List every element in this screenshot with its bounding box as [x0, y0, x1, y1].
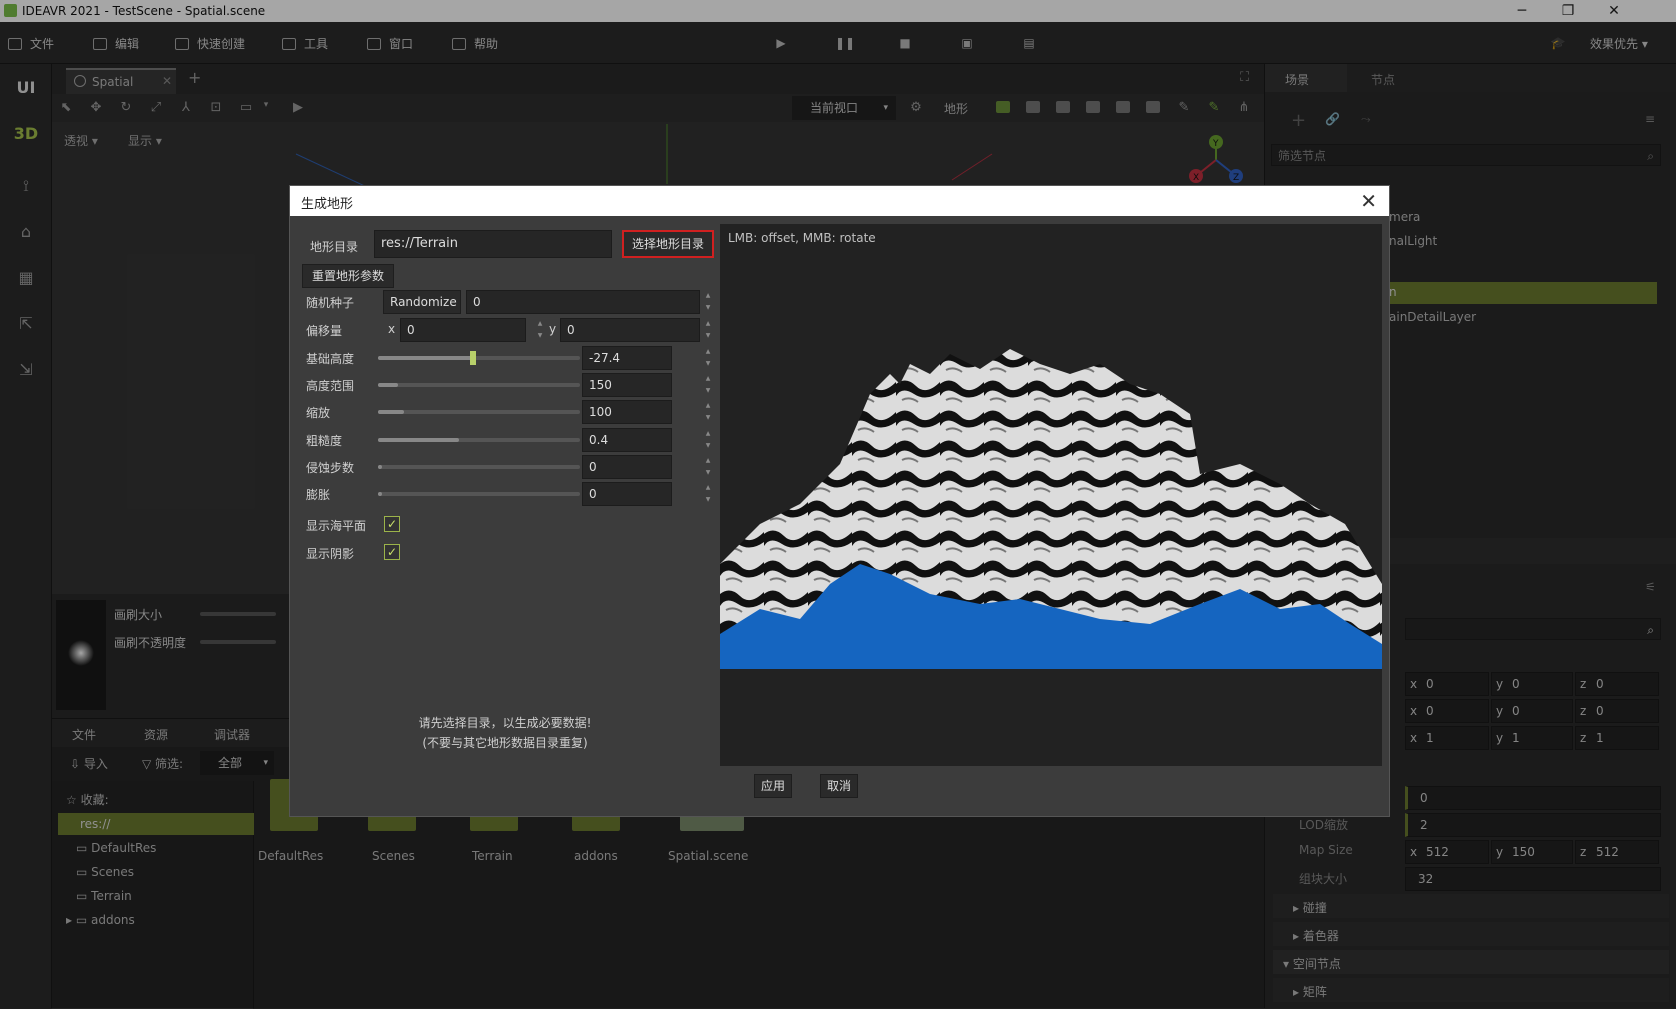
select-dir-note: 请先选择目录，以生成必要数据!: [418, 716, 592, 730]
param-value-input[interactable]: 100: [582, 400, 672, 425]
dialog-title: 生成地形: [301, 197, 354, 212]
param-slider[interactable]: [378, 383, 580, 388]
param-slider-fill: [378, 356, 473, 360]
offset-y-label: y: [549, 322, 557, 336]
offset-y-input[interactable]: 0: [560, 318, 700, 342]
offset-y-spinner-icon[interactable]: ▲ ▼: [704, 318, 712, 342]
offset-x-label: x: [388, 322, 396, 336]
param-slider-fill: [378, 492, 383, 496]
close-icon[interactable]: ✕: [1360, 189, 1377, 213]
dialog-titlebar: 生成地形 ✕: [290, 186, 1389, 216]
terrain-dir-label: 地形目录: [310, 240, 359, 254]
param-slider-fill: [378, 410, 405, 415]
param-slider[interactable]: [378, 492, 580, 496]
param-slider[interactable]: [378, 410, 580, 415]
param-slider[interactable]: [378, 356, 580, 360]
select-terrain-dir-button[interactable]: 选择地形目录: [622, 230, 714, 258]
param-value-input[interactable]: 0: [582, 454, 672, 479]
param-label: 缩放: [306, 406, 331, 421]
param-slider-fill: [378, 464, 383, 469]
param-spinner-icon[interactable]: ▲ ▼: [704, 400, 712, 424]
param-label: 基础高度: [306, 352, 355, 366]
random-seed-label: 随机种子: [306, 296, 355, 310]
param-spinner-icon[interactable]: ▲ ▼: [704, 373, 712, 397]
offset-x-input[interactable]: 0: [400, 318, 526, 342]
terrain-dir-input[interactable]: res://Terrain: [374, 230, 612, 258]
param-spinner-icon[interactable]: ▲ ▼: [704, 482, 712, 506]
terrain-preview[interactable]: LMB: offset, MMB: rotate: [720, 224, 1382, 766]
param-slider[interactable]: [378, 437, 580, 442]
apply-button[interactable]: 应用: [754, 774, 792, 798]
param-label: 粗糙度: [306, 433, 343, 448]
param-slider[interactable]: [378, 464, 580, 469]
param-value-input[interactable]: 0.4: [582, 427, 672, 452]
show-shadow-label: 显示阴影: [306, 547, 355, 561]
param-spinner-icon[interactable]: ▲ ▼: [704, 455, 712, 479]
param-slider-fill: [378, 437, 459, 442]
randomize-button[interactable]: Randomize: [383, 290, 461, 314]
param-value-input[interactable]: 150: [582, 373, 672, 398]
duplicate-dir-note: (不要与其它地形数据目录重复): [422, 736, 588, 750]
param-label: 膨胀: [306, 488, 331, 502]
reset-terrain-params-button[interactable]: 重置地形参数: [302, 264, 394, 288]
generate-terrain-dialog: 生成地形 ✕ 地形目录 res://Terrain 选择地形目录 重置地形参数 …: [289, 185, 1390, 817]
param-value-input[interactable]: -27.4: [582, 346, 672, 370]
param-slider-grabber[interactable]: [469, 351, 476, 365]
offset-x-spinner-icon[interactable]: ▲ ▼: [536, 318, 544, 342]
offset-label: 偏移量: [306, 324, 343, 338]
seed-spinner-icon[interactable]: ▲ ▼: [704, 290, 712, 314]
random-seed-input[interactable]: 0: [466, 290, 700, 314]
param-slider-fill: [378, 383, 399, 388]
param-value-input[interactable]: 0: [582, 482, 672, 506]
show-sea-level-label: 显示海平面: [306, 519, 367, 533]
param-label: 侵蚀步数: [306, 460, 355, 475]
terrain-preview-render: [720, 349, 1382, 669]
param-spinner-icon[interactable]: ▲ ▼: [704, 346, 712, 370]
cancel-button[interactable]: 取消: [820, 774, 858, 798]
show-shadow-checkbox[interactable]: ✓: [384, 544, 400, 560]
param-spinner-icon[interactable]: ▲ ▼: [704, 428, 712, 452]
param-label: 高度范围: [306, 379, 355, 394]
show-sea-level-checkbox[interactable]: ✓: [384, 516, 400, 532]
